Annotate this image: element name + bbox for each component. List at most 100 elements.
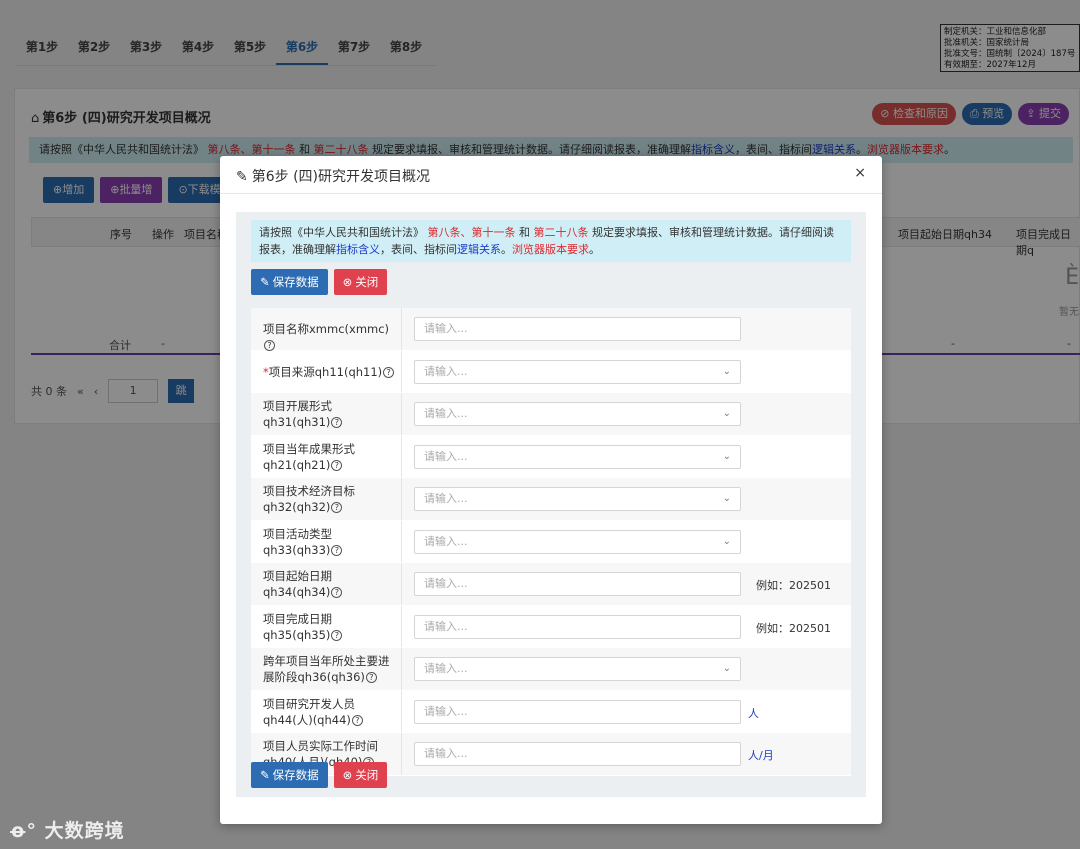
field-label: 跨年项目当年所处主要进 展阶段qh36(qh36)? xyxy=(263,653,401,685)
close-button[interactable]: ⊗ 关闭 xyxy=(333,269,388,295)
text-input[interactable]: 请输入... xyxy=(414,614,741,639)
help-icon[interactable]: ? xyxy=(264,340,275,351)
chevron-down-icon: ⌄ xyxy=(722,493,731,504)
text-input[interactable]: 请输入... xyxy=(414,572,741,596)
field-label: 项目开展形式 qh31(qh31)? xyxy=(263,398,401,430)
close-circle-icon: ⊗ xyxy=(342,768,353,782)
modal-body: 请按照《中华人民共和国统计法》 第八条、第十一条 和 第二十八条 规定要求填报、… xyxy=(236,212,866,797)
modal-title-text: 第6步 (四)研究开发项目概况 xyxy=(251,169,431,185)
field-label-code: qh31(qh31) xyxy=(263,415,331,429)
notice-article-link[interactable]: 第二十八条 xyxy=(534,226,589,239)
select-field[interactable]: 请输入... ⌄ xyxy=(414,487,741,511)
text-input[interactable]: 请输入... xyxy=(414,699,741,724)
example-hint: 例如：202501 xyxy=(756,579,831,592)
placeholder: 请输入... xyxy=(424,492,468,505)
form-row: 项目完成日期 qh35(qh35)? 请输入... 例如：202501 xyxy=(251,605,851,648)
field-label-text: 项目人员实际工作时间 xyxy=(263,739,378,753)
field-label-text: 项目起始日期 xyxy=(263,569,332,583)
save-data-button[interactable]: ✎ 保存数据 xyxy=(251,269,328,295)
divider xyxy=(401,563,402,605)
text-input[interactable]: 请输入... xyxy=(414,742,741,766)
divider xyxy=(401,478,402,520)
help-icon[interactable]: ? xyxy=(331,587,343,598)
field-label-text: 项目活动类型 xyxy=(263,526,332,541)
help-icon[interactable]: ? xyxy=(331,544,343,556)
help-icon[interactable]: ? xyxy=(331,629,343,641)
edit-icon: ✎ xyxy=(236,169,248,185)
save-label: 保存数据 xyxy=(272,768,319,782)
select-field[interactable]: 请输入... ⌄ xyxy=(414,402,741,426)
unit-label: 人/月 xyxy=(748,749,774,762)
select-field[interactable]: 请输入... ⌄ xyxy=(414,444,741,469)
placeholder: 请输入... xyxy=(424,407,468,420)
logic-link[interactable]: 逻辑关系 xyxy=(457,243,501,256)
placeholder: 请输入... xyxy=(424,619,468,633)
field-label-text: 项目开展形式 xyxy=(263,399,332,413)
field-label-text: 项目来源qh11(qh11) xyxy=(268,364,383,379)
save-icon: ✎ xyxy=(260,275,270,289)
close-circle-icon: ⊗ xyxy=(342,275,353,289)
help-icon[interactable]: ? xyxy=(383,366,395,378)
modal-top-actions: ✎ 保存数据 ⊗ 关闭 xyxy=(251,269,388,295)
select-field[interactable]: 请输入... ⌄ xyxy=(414,529,741,554)
edit-modal: ✎ 第6步 (四)研究开发项目概况 × 请按照《中华人民共和国统计法》 第八条、第… xyxy=(220,156,882,824)
form-row: 项目研究开发人员 qh44(人)(qh44)? 请输入... 人 xyxy=(251,690,851,733)
example-hint: 例如：202501 xyxy=(756,621,831,635)
form-row: 项目开展形式 qh31(qh31)? 请输入... ⌄ xyxy=(251,393,851,436)
field-label: 项目技术经济目标 qh32(qh32)? xyxy=(263,483,401,515)
indicator-meaning-link[interactable]: 指标含义 xyxy=(336,243,380,256)
text-input[interactable]: 请输入... xyxy=(414,317,741,341)
field-label: 项目起始日期 qh34(qh34)? xyxy=(263,568,401,600)
save-label: 保存数据 xyxy=(272,275,319,289)
form-row: 项目当年成果形式 qh21(qh21)? 请输入... ⌄ xyxy=(251,435,851,478)
divider xyxy=(401,648,402,690)
placeholder: 请输入... xyxy=(424,662,468,675)
field-label-code: qh32(qh32) xyxy=(263,500,331,514)
field-label-text: 项目研究开发人员 xyxy=(263,696,355,711)
browser-requirement-link[interactable]: 浏览器版本要求 xyxy=(512,243,589,256)
help-icon[interactable]: ? xyxy=(365,672,377,683)
field-label-text: 项目完成日期 xyxy=(263,611,332,626)
field-label-code: 展阶段qh36(qh36) xyxy=(263,670,365,684)
form-row: 项目名称xmmc(xmmc)? 请输入... xyxy=(251,308,851,351)
placeholder: 请输入... xyxy=(424,534,468,548)
field-label-text: 跨年项目当年所处主要进 xyxy=(263,654,390,668)
notice-text: ，表间、指标间 xyxy=(380,243,457,256)
form-row: *项目来源qh11(qh11)? 请输入... ⌄ xyxy=(251,350,851,393)
chevron-down-icon: ⌄ xyxy=(722,408,731,419)
notice-text: 。 xyxy=(589,243,600,256)
select-field[interactable]: 请输入... ⌄ xyxy=(414,359,741,384)
notice-article-link[interactable]: 第八条、第十一条 xyxy=(428,226,516,239)
modal-close-button[interactable]: × xyxy=(854,165,866,181)
divider xyxy=(401,308,402,350)
divider xyxy=(401,350,402,392)
field-label-code: qh33(qh33) xyxy=(263,542,331,557)
divider xyxy=(401,690,402,732)
help-icon[interactable]: ? xyxy=(351,714,363,726)
field-label: 项目完成日期 qh35(qh35)? xyxy=(263,611,401,643)
divider xyxy=(401,393,402,435)
watermark: ꝋ° 大数跨境 xyxy=(10,820,125,842)
form-row: 项目起始日期 qh34(qh34)? 请输入... 例如：202501 xyxy=(251,563,851,606)
placeholder: 请输入... xyxy=(424,364,468,378)
select-field[interactable]: 请输入... ⌄ xyxy=(414,657,741,681)
field-label: 项目研究开发人员 qh44(人)(qh44)? xyxy=(263,696,401,728)
close-button[interactable]: ⊗ 关闭 xyxy=(333,762,388,788)
modal-notice: 请按照《中华人民共和国统计法》 第八条、第十一条 和 第二十八条 规定要求填报、… xyxy=(251,220,851,262)
help-icon[interactable]: ? xyxy=(331,502,343,513)
help-icon[interactable]: ? xyxy=(331,417,343,428)
placeholder: 请输入... xyxy=(424,577,468,590)
field-label: 项目活动类型 qh33(qh33)? xyxy=(263,526,401,558)
notice-text: 请按照《中华人民共和国统计法》 xyxy=(259,226,424,239)
field-label-code: qh44(人)(qh44) xyxy=(263,712,351,727)
modal-bottom-actions: ✎ 保存数据 ⊗ 关闭 xyxy=(251,762,388,788)
chevron-down-icon: ⌄ xyxy=(722,535,731,547)
close-label: 关闭 xyxy=(355,275,379,289)
divider xyxy=(401,605,402,647)
field-label-code: qh35(qh35) xyxy=(263,627,331,642)
save-data-button[interactable]: ✎ 保存数据 xyxy=(251,762,328,788)
field-label: 项目当年成果形式 qh21(qh21)? xyxy=(263,441,401,473)
help-icon[interactable]: ? xyxy=(331,459,343,471)
project-form: 项目名称xmmc(xmmc)? 请输入... *项目来源qh11(qh11)? 请输入… xyxy=(251,308,851,776)
placeholder: 请输入... xyxy=(424,704,468,718)
